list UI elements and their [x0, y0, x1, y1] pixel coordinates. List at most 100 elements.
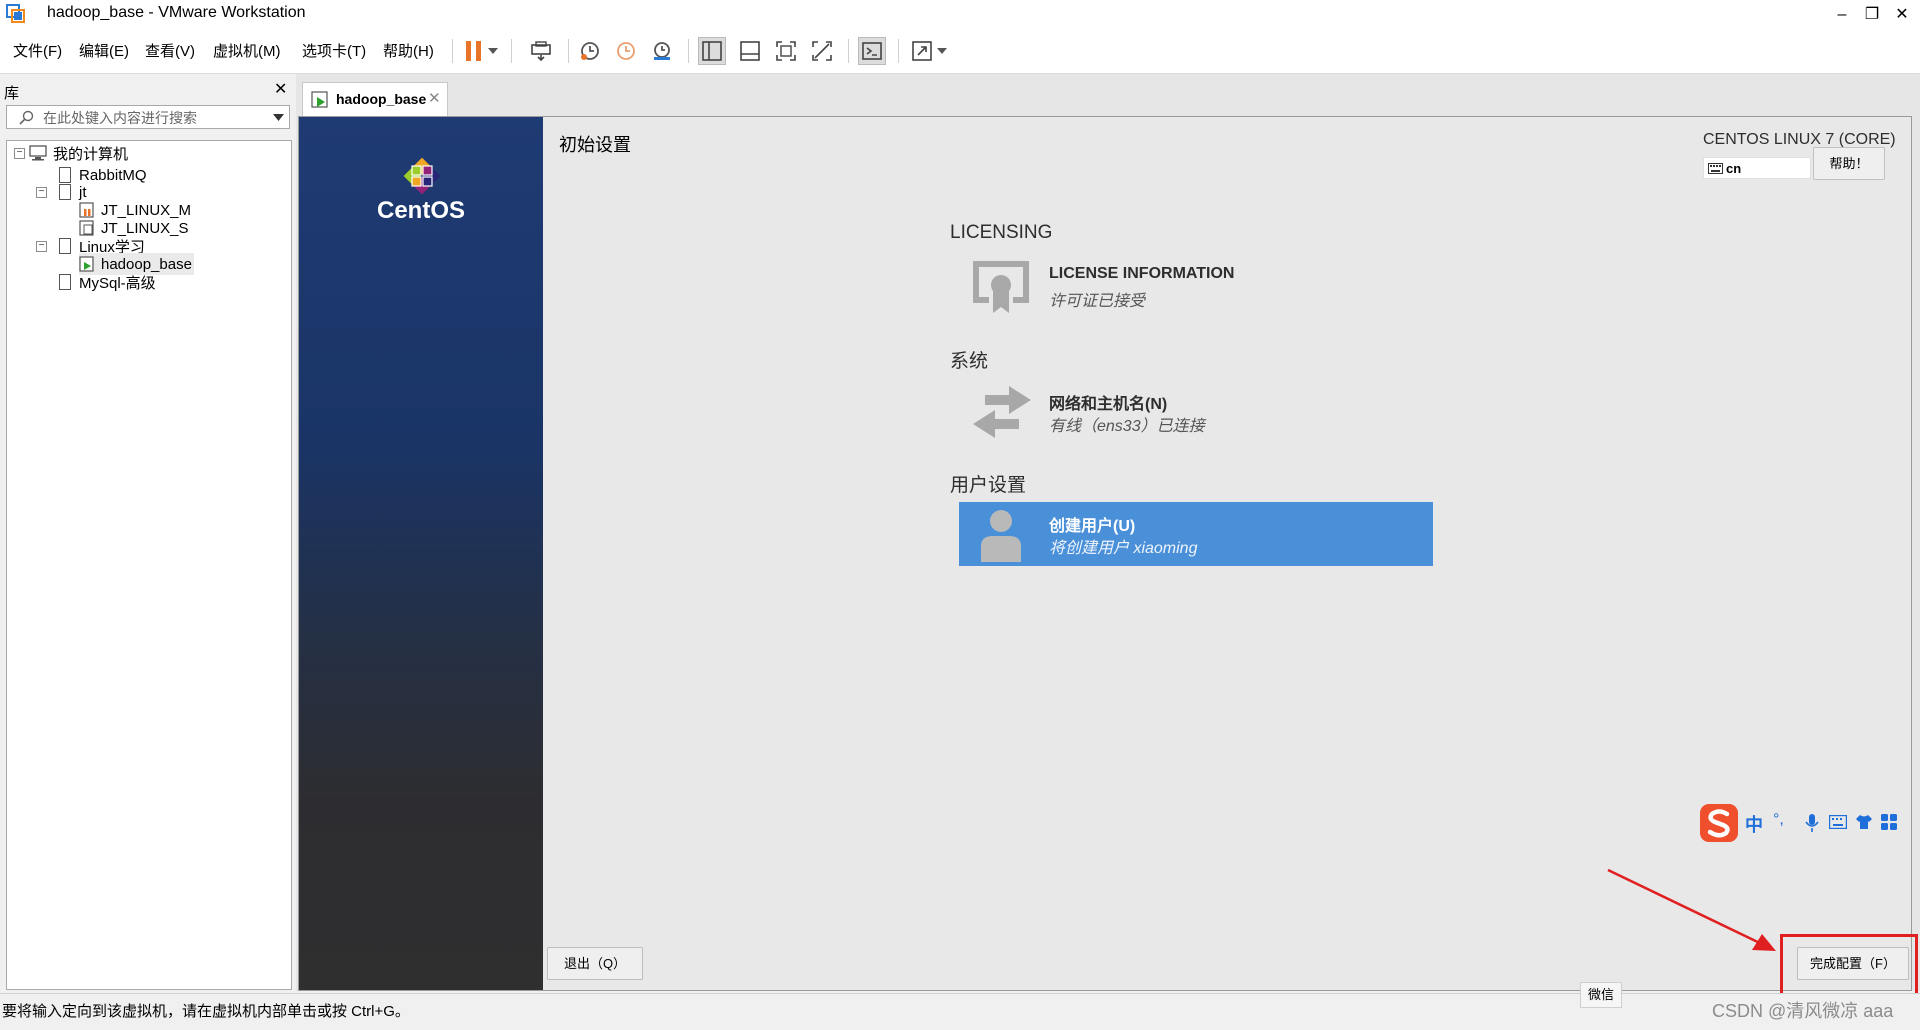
- category-licensing: LICENSING: [950, 222, 1053, 243]
- tab-hadoop-base[interactable]: hadoop_base ✕: [302, 82, 448, 116]
- close-button[interactable]: ✕: [1882, 0, 1920, 29]
- license-certificate-icon: [973, 261, 1029, 313]
- vm-paused-icon: [79, 202, 94, 218]
- computer-icon: [29, 145, 47, 161]
- library-search-input[interactable]: [41, 108, 265, 128]
- library-search: [6, 105, 290, 129]
- search-icon: [19, 110, 34, 125]
- spoke-network-hostname[interactable]: 网络和主机名(N) 有线（ens33）已连接: [959, 380, 1339, 442]
- stretch-dropdown-icon[interactable]: [934, 37, 950, 65]
- library-close-button[interactable]: ✕: [274, 79, 287, 99]
- keyboard-layout-indicator[interactable]: cn: [1703, 157, 1811, 179]
- library-tree: − 我的计算机 RabbitMQ − jt JT_LINUX_M JT_LINU…: [6, 140, 292, 990]
- wechat-tooltip: 微信: [1580, 982, 1622, 1008]
- toolbar-separator: [848, 39, 849, 63]
- skin-shirt-icon[interactable]: [1855, 814, 1873, 830]
- centos-wordmark: CentOS: [376, 197, 465, 224]
- toolbar-separator: [511, 39, 512, 63]
- tree-item-mysql[interactable]: MySql-高级: [59, 271, 156, 293]
- toolbar-separator: [568, 39, 569, 63]
- page-title: 初始设置: [559, 135, 631, 155]
- menu-view[interactable]: 查看(V): [145, 40, 195, 61]
- fullscreen-icon[interactable]: [772, 37, 800, 65]
- toolbar-separator: [898, 39, 899, 63]
- toolbox-grid-icon[interactable]: [1881, 814, 1897, 830]
- collapse-icon[interactable]: −: [14, 148, 25, 159]
- snapshot-manager-icon[interactable]: [648, 37, 676, 65]
- snapshot-icon[interactable]: [576, 37, 604, 65]
- spoke-status: 许可证已接受: [1049, 293, 1146, 310]
- menu-edit[interactable]: 编辑(E): [79, 40, 129, 61]
- library-title: 库: [4, 85, 20, 102]
- keyboard-icon: [1708, 163, 1723, 174]
- menu-tabs[interactable]: 选项卡(T): [302, 40, 366, 61]
- collapse-icon[interactable]: −: [36, 241, 47, 252]
- folder-icon: [59, 184, 71, 200]
- user-icon: [981, 510, 1021, 562]
- spoke-title: 网络和主机名(N): [1049, 396, 1168, 413]
- tree-label: JT_LINUX_S: [101, 219, 189, 237]
- library-view-icon[interactable]: [698, 37, 726, 65]
- installer-sidebar: CentOS: [299, 117, 543, 990]
- ime-punctuation[interactable]: °,: [1773, 811, 1784, 829]
- tab-close-button[interactable]: ✕: [428, 89, 441, 107]
- window-title: hadoop_base - VMware Workstation: [47, 4, 306, 21]
- tree-label: jt: [79, 183, 87, 201]
- tree-label: 我的计算机: [53, 145, 129, 163]
- spoke-status: 将创建用户 xiaoming: [1049, 540, 1198, 557]
- keyboard-layout-label: cn: [1726, 161, 1742, 176]
- vm-running-icon: [79, 256, 94, 272]
- centos-logo-icon: [403, 157, 441, 195]
- thumbnail-view-icon[interactable]: [736, 37, 764, 65]
- menu-toolbar: 文件(F) 编辑(E) 查看(V) 虚拟机(M) 选项卡(T) 帮助(H): [0, 29, 1920, 74]
- menu-help[interactable]: 帮助(H): [383, 40, 434, 61]
- spoke-title: LICENSE INFORMATION: [1049, 265, 1235, 282]
- status-bar: 要将输入定向到该虚拟机，请在虚拟机内部单击或按 Ctrl+G。: [0, 993, 1920, 1030]
- stretch-icon[interactable]: [908, 37, 936, 65]
- spoke-create-user[interactable]: 创建用户(U) 将创建用户 xiaoming: [959, 502, 1433, 566]
- menu-file[interactable]: 文件(F): [13, 40, 62, 61]
- tree-label: hadoop_base: [101, 255, 192, 273]
- annotation-box: [1780, 934, 1918, 1002]
- category-user-settings: 用户设置: [950, 475, 1027, 496]
- watermark: CSDN @清风微凉 aaa: [1712, 1001, 1894, 1021]
- tree-label: RabbitMQ: [79, 166, 147, 184]
- toolbar-separator: [452, 39, 453, 63]
- vm-icon: [79, 220, 94, 236]
- spoke-license-information[interactable]: LICENSE INFORMATION 许可证已接受: [959, 257, 1339, 319]
- send-ctrl-alt-del-icon[interactable]: [527, 37, 555, 65]
- status-text: 要将输入定向到该虚拟机，请在虚拟机内部单击或按 Ctrl+G。: [2, 1003, 410, 1020]
- keyboard-icon[interactable]: [1829, 815, 1847, 829]
- sogou-logo-icon: [1700, 804, 1738, 842]
- vmware-logo-icon: [6, 4, 26, 24]
- console-icon[interactable]: [858, 37, 886, 65]
- tree-label: JT_LINUX_M: [101, 201, 192, 219]
- microphone-icon[interactable]: [1805, 813, 1819, 833]
- network-arrows-icon: [973, 386, 1031, 438]
- annotation-arrow: [1607, 868, 1776, 951]
- ime-toolbar[interactable]: 中 °,: [1699, 803, 1920, 843]
- vm-running-icon: [311, 91, 328, 108]
- folder-icon: [59, 238, 71, 254]
- ime-chinese-mode[interactable]: 中: [1745, 811, 1763, 837]
- collapse-icon[interactable]: −: [36, 187, 47, 198]
- vm-area: hadoop_base ✕ CentOS 初始设置 CENTOS LINUX 7…: [296, 74, 1920, 991]
- help-button[interactable]: 帮助！: [1813, 147, 1885, 180]
- quit-button[interactable]: 退出（Q）: [547, 947, 643, 980]
- revert-snapshot-icon[interactable]: [612, 37, 640, 65]
- toolbar-separator: [688, 39, 689, 63]
- category-system: 系统: [950, 351, 989, 372]
- tree-item-my-computer[interactable]: 我的计算机: [29, 142, 128, 164]
- spoke-title: 创建用户(U): [1049, 518, 1136, 535]
- library-panel: 库 ✕ − 我的计算机 RabbitMQ − jt JT_LINUX_M JT_…: [0, 74, 296, 991]
- tab-label: hadoop_base: [336, 91, 427, 107]
- menu-vm[interactable]: 虚拟机(M): [213, 40, 281, 61]
- spoke-status: 有线（ens33）已连接: [1049, 418, 1205, 435]
- tree-label: MySql-高级: [79, 274, 156, 292]
- pause-dropdown-icon[interactable]: [485, 37, 501, 65]
- vm-icon: [59, 274, 71, 290]
- title-bar: hadoop_base - VMware Workstation – ❐ ✕: [0, 0, 1920, 29]
- search-dropdown-icon[interactable]: [273, 114, 284, 121]
- unity-icon[interactable]: [808, 37, 836, 65]
- pause-icon[interactable]: [460, 37, 488, 65]
